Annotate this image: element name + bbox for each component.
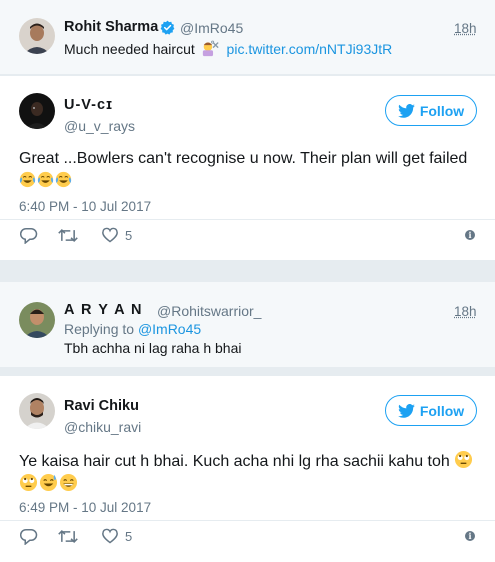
ravi-avatar[interactable] — [19, 393, 55, 429]
context-reply-handle[interactable]: @Rohitswarrior_ — [157, 303, 261, 319]
uvci-avatar[interactable] — [19, 93, 55, 129]
retweet-button[interactable] — [58, 228, 78, 243]
retweet-icon — [58, 229, 78, 242]
grin-emoji — [59, 473, 78, 492]
follow-button-ravi[interactable]: Follow — [385, 395, 477, 426]
like-count: 5 — [125, 227, 133, 243]
reply2-text: Ye kaisa hair cut h bhai. Kuch acha nhi … — [19, 450, 481, 496]
haircut-emoji — [202, 40, 219, 57]
reply2-handle[interactable]: @chiku_ravi — [64, 419, 141, 435]
reply-icon — [20, 528, 38, 545]
reply-button[interactable] — [20, 528, 38, 545]
reply2-body: Ye kaisa hair cut h bhai. Kuch acha nhi … — [19, 453, 450, 470]
sweat-smile-emoji — [39, 473, 58, 492]
info-icon[interactable]: i — [465, 531, 475, 541]
reply2-timestamp[interactable]: 6:49 PM - 10 Jul 2017 — [19, 500, 151, 515]
reply1-text: Great ...Bowlers can't recognise u now. … — [19, 148, 479, 192]
rohit-avatar[interactable] — [19, 18, 55, 54]
joy-emoji — [19, 171, 36, 188]
context-tweet-body: Much needed haircut — [64, 41, 195, 57]
reply1-emojis — [19, 171, 73, 189]
joy-emoji — [55, 171, 72, 188]
reply-tweet-2: Ravi Chiku @chiku_ravi Follow Ye kaisa h… — [0, 376, 495, 562]
context-reply-time[interactable]: 18h — [454, 304, 477, 319]
joy-emoji — [37, 171, 54, 188]
reply1-body: Great ...Bowlers can't recognise u now. … — [19, 150, 468, 167]
heart-icon — [102, 227, 118, 243]
reply-icon — [20, 227, 38, 244]
reply1-timestamp[interactable]: 6:40 PM - 10 Jul 2017 — [19, 199, 151, 214]
twitter-bird-icon — [397, 103, 415, 118]
follow-label: Follow — [419, 102, 465, 119]
replying-to-handle[interactable]: @ImRo45 — [138, 321, 201, 337]
context-tweet[interactable]: Rohit Sharma @ImRo45 18h Much needed hai… — [0, 0, 495, 75]
context-reply[interactable]: A R Y A N @Rohitswarrior_ 18h Replying t… — [0, 282, 495, 368]
verified-badge-icon — [160, 20, 175, 35]
twitter-bird-icon — [397, 403, 415, 418]
divider — [0, 520, 495, 521]
tweet-thread: Rohit Sharma @ImRo45 18h Much needed hai… — [0, 0, 495, 562]
info-icon[interactable]: i — [465, 230, 475, 240]
context-tweet-time[interactable]: 18h — [454, 21, 477, 36]
like-button[interactable]: 5 — [101, 227, 132, 243]
follow-button-uvci[interactable]: Follow — [385, 95, 477, 126]
like-button[interactable]: 5 — [101, 528, 132, 544]
reply-button[interactable] — [20, 227, 38, 244]
eye-roll-emoji — [455, 450, 473, 469]
context-reply-text: Tbh achha ni lag raha h bhai — [64, 340, 242, 356]
reply1-name[interactable]: U-V-ᴄɪ — [64, 97, 113, 113]
context-tweet-name[interactable]: Rohit Sharma — [64, 19, 158, 35]
retweet-button[interactable] — [58, 529, 78, 544]
context-tweet-handle[interactable]: @ImRo45 — [180, 20, 243, 36]
context-reply-name[interactable]: A R Y A N — [64, 302, 143, 318]
reply2-name[interactable]: Ravi Chiku — [64, 398, 139, 414]
divider — [0, 219, 495, 220]
context-tweet-link[interactable]: pic.twitter.com/nNTJi93JtR — [227, 41, 393, 57]
reply2-emojis — [19, 473, 79, 493]
follow-label: Follow — [419, 402, 465, 419]
replying-to-label: Replying to — [64, 321, 135, 337]
reply-tweet-1: U-V-ᴄɪ @u_v_rays Follow Great ...Bowlers… — [0, 76, 495, 260]
replying-to: Replying to @ImRo45 — [64, 321, 201, 337]
heart-icon — [102, 528, 118, 544]
eye-roll-emoji — [19, 473, 38, 492]
reply1-handle[interactable]: @u_v_rays — [64, 118, 135, 134]
context-tweet-text: Much needed haircut pic.twitter.com/nNTJ… — [64, 40, 392, 57]
retweet-icon — [58, 530, 78, 543]
like-count: 5 — [125, 528, 133, 544]
aryan-avatar[interactable] — [19, 302, 55, 338]
